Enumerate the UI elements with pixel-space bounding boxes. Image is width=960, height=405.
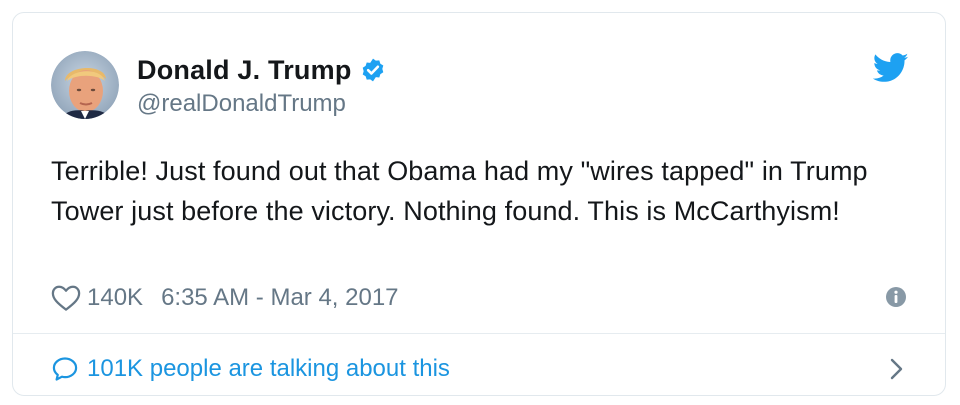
speech-bubble-icon [51, 355, 79, 383]
tweet-meta: 140K 6:35 AM - Mar 4, 2017 [51, 281, 399, 315]
divider [13, 333, 945, 334]
tweet-text: Terrible! Just found out that Obama had … [51, 156, 868, 226]
author-block: Donald J. Trump @realDonaldTrump [137, 52, 386, 118]
twitter-bird-icon[interactable] [872, 53, 909, 83]
author-handle[interactable]: @realDonaldTrump [137, 90, 386, 118]
heart-icon[interactable] [51, 284, 81, 312]
author-name[interactable]: Donald J. Trump [137, 55, 352, 86]
talking-about-text[interactable]: 101K people are talking about this [87, 355, 450, 383]
info-icon[interactable] [885, 286, 907, 308]
tweet-header: Donald J. Trump @realDonaldTrump [51, 49, 386, 121]
tweet-card[interactable]: Donald J. Trump @realDonaldTrump Terribl… [12, 12, 946, 396]
timestamp[interactable]: 6:35 AM - Mar 4, 2017 [161, 284, 398, 312]
avatar[interactable] [51, 51, 119, 119]
like-count[interactable]: 140K [87, 284, 143, 312]
verified-badge-icon [360, 57, 386, 83]
conversation-link[interactable]: 101K people are talking about this [51, 351, 450, 387]
name-row: Donald J. Trump [137, 52, 386, 88]
chevron-right-icon[interactable] [887, 355, 907, 383]
